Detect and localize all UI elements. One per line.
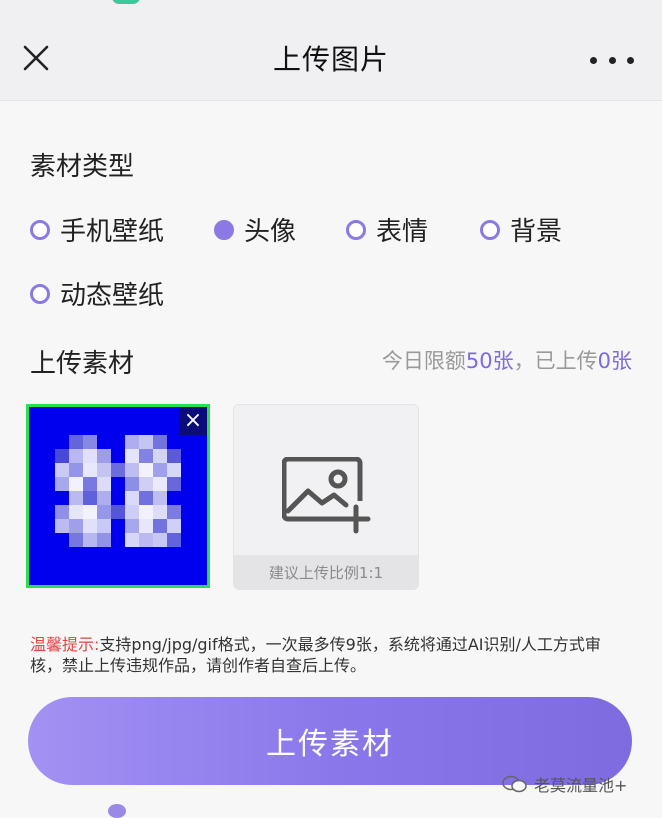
radio-live-wallpaper[interactable]: 动态壁纸 [30,275,164,312]
more-icon [590,56,597,64]
upload-material-title: 上传素材 [30,349,135,379]
ratio-hint: 建议上传比例1:1 [234,555,418,589]
radio-checked-icon [214,219,234,240]
tips-label: 温馨提示: [30,635,100,654]
radio-background[interactable]: 背景 [480,211,562,248]
add-image-button[interactable]: 建议上传比例1:1 [233,404,419,590]
tips-text: 温馨提示:支持png/jpg/gif格式，一次最多传9张，系统将通过AI识别/人… [30,635,601,675]
material-type-title: 素材类型 [30,152,135,182]
radio-avatar[interactable]: 头像 [214,211,296,248]
more-options-button[interactable] [590,46,634,74]
quota-limit: 50张 [465,349,514,373]
status-indicator [112,0,140,4]
radio-circle-icon [346,219,366,240]
top-bar: 上传图片 [0,0,662,101]
wechat-icon [502,775,527,793]
bottom-indicator [108,804,126,818]
radio-circle-icon [30,219,50,240]
radio-circle-icon [30,283,50,304]
uploaded-image-thumbnail[interactable]: × [26,404,210,588]
radio-phone-wallpaper[interactable]: 手机壁纸 [30,211,164,248]
add-image-icon [282,457,371,534]
radio-emoji[interactable]: 表情 [346,211,428,248]
radio-circle-icon [480,219,500,240]
quota-info: 今日限额50张，已上传0张 [381,349,632,373]
watermark: 老莫流量池+ [502,772,627,796]
remove-image-button[interactable]: × [179,407,207,435]
close-icon: × [183,408,203,433]
page-title: 上传图片 [272,43,389,76]
quota-used: 0张 [597,349,632,373]
